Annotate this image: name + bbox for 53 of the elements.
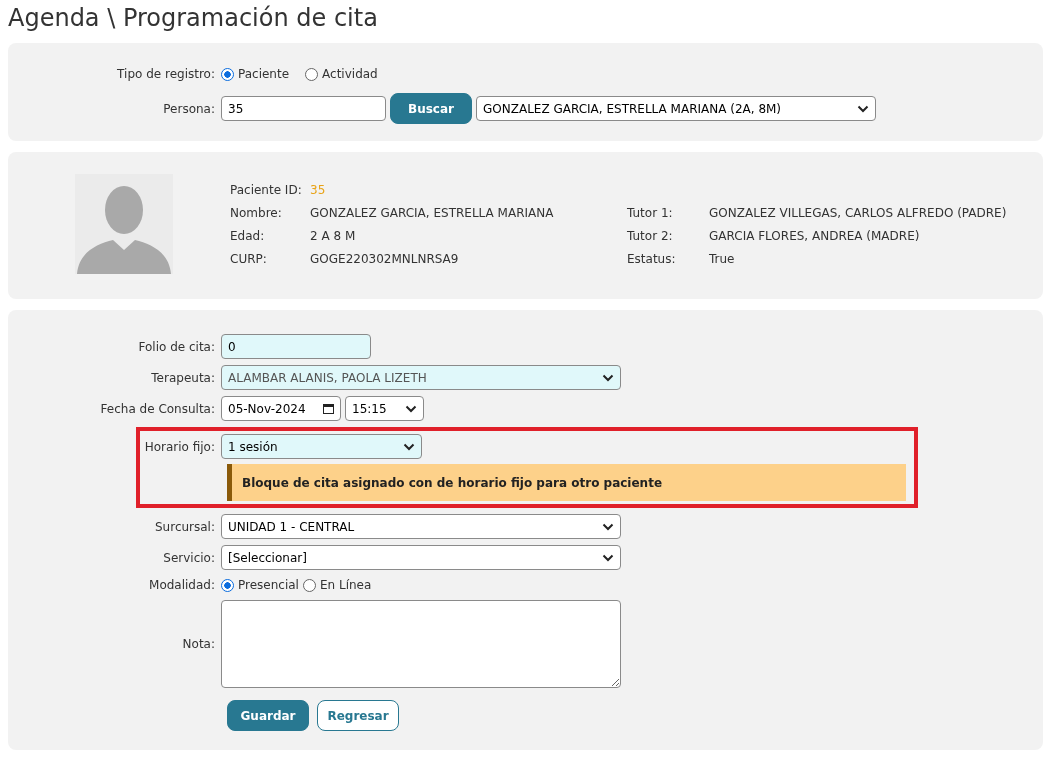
field-label: Horario fijo: <box>143 438 216 456</box>
select-field[interactable]: 15:15 <box>345 396 424 421</box>
search-button[interactable]: Buscar <box>390 93 472 124</box>
radio-button[interactable] <box>221 67 234 81</box>
save-button[interactable]: Guardar <box>227 700 309 731</box>
radio-label: Paciente <box>238 66 290 83</box>
text-input[interactable]: 0 <box>221 334 371 359</box>
chevron-down-icon <box>602 553 614 562</box>
info-label: Tutor 2: <box>627 228 674 245</box>
chevron-down-icon <box>602 373 614 382</box>
date-input[interactable]: 05-Nov-2024 <box>221 396 341 421</box>
select-field[interactable]: UNIDAD 1 - CENTRAL <box>221 514 621 539</box>
back-button[interactable]: Regresar <box>317 700 399 731</box>
select-field[interactable]: 1 sesión <box>221 434 422 459</box>
field-label: Fecha de Consulta: <box>99 400 216 418</box>
info-value: GONZALEZ VILLEGAS, CARLOS ALFREDO (PADRE) <box>709 205 1007 222</box>
field-label: Folio de cita: <box>137 338 216 356</box>
chevron-down-icon <box>602 522 614 531</box>
radio-button[interactable] <box>305 67 319 81</box>
info-value: 35 <box>310 182 327 199</box>
info-value: GOGE220302MNLNRSA9 <box>310 251 460 268</box>
field-label: Persona: <box>162 100 216 118</box>
field-label: Servicio: <box>162 549 216 567</box>
field-label: Terapeuta: <box>150 369 216 387</box>
info-label: Paciente ID: <box>230 182 303 199</box>
chevron-down-icon <box>857 104 869 113</box>
calendar-icon <box>323 403 334 414</box>
info-label: Edad: <box>230 228 266 245</box>
select-field[interactable]: [Seleccionar] <box>221 545 621 570</box>
note-textarea[interactable] <box>221 600 621 688</box>
radio-label: Actividad <box>322 66 378 83</box>
field-label: Modalidad: <box>148 577 216 594</box>
field-label: Nota: <box>181 636 216 653</box>
page-title: Agenda \ Programación de cita <box>8 3 379 34</box>
radio-button[interactable] <box>221 578 234 592</box>
select-field[interactable]: GONZALEZ GARCIA, ESTRELLA MARIANA (2A, 8M) <box>476 96 876 121</box>
info-label: Estatus: <box>627 251 677 268</box>
info-label: Nombre: <box>230 205 283 222</box>
info-value: 2 A 8 M <box>310 228 357 245</box>
info-value: GARCIA FLORES, ANDREA (MADRE) <box>709 228 920 245</box>
chevron-down-icon <box>403 442 415 451</box>
info-label: Tutor 1: <box>627 205 674 222</box>
info-value: GONZALEZ GARCIA, ESTRELLA MARIANA <box>310 205 555 222</box>
field-label: Surcursal: <box>154 518 216 536</box>
warning-alert: Bloque de cita asignado con de horario fijo para otro paciente <box>227 464 906 501</box>
radio-label: En Línea <box>319 577 372 594</box>
radio-label: Presencial <box>238 577 299 594</box>
field-label: Tipo de registro: <box>116 66 216 83</box>
radio-button[interactable] <box>302 578 316 592</box>
chevron-down-icon <box>405 404 417 413</box>
info-label: CURP: <box>230 251 268 268</box>
info-value: True <box>709 251 735 268</box>
person-input[interactable]: 35 <box>221 96 386 121</box>
